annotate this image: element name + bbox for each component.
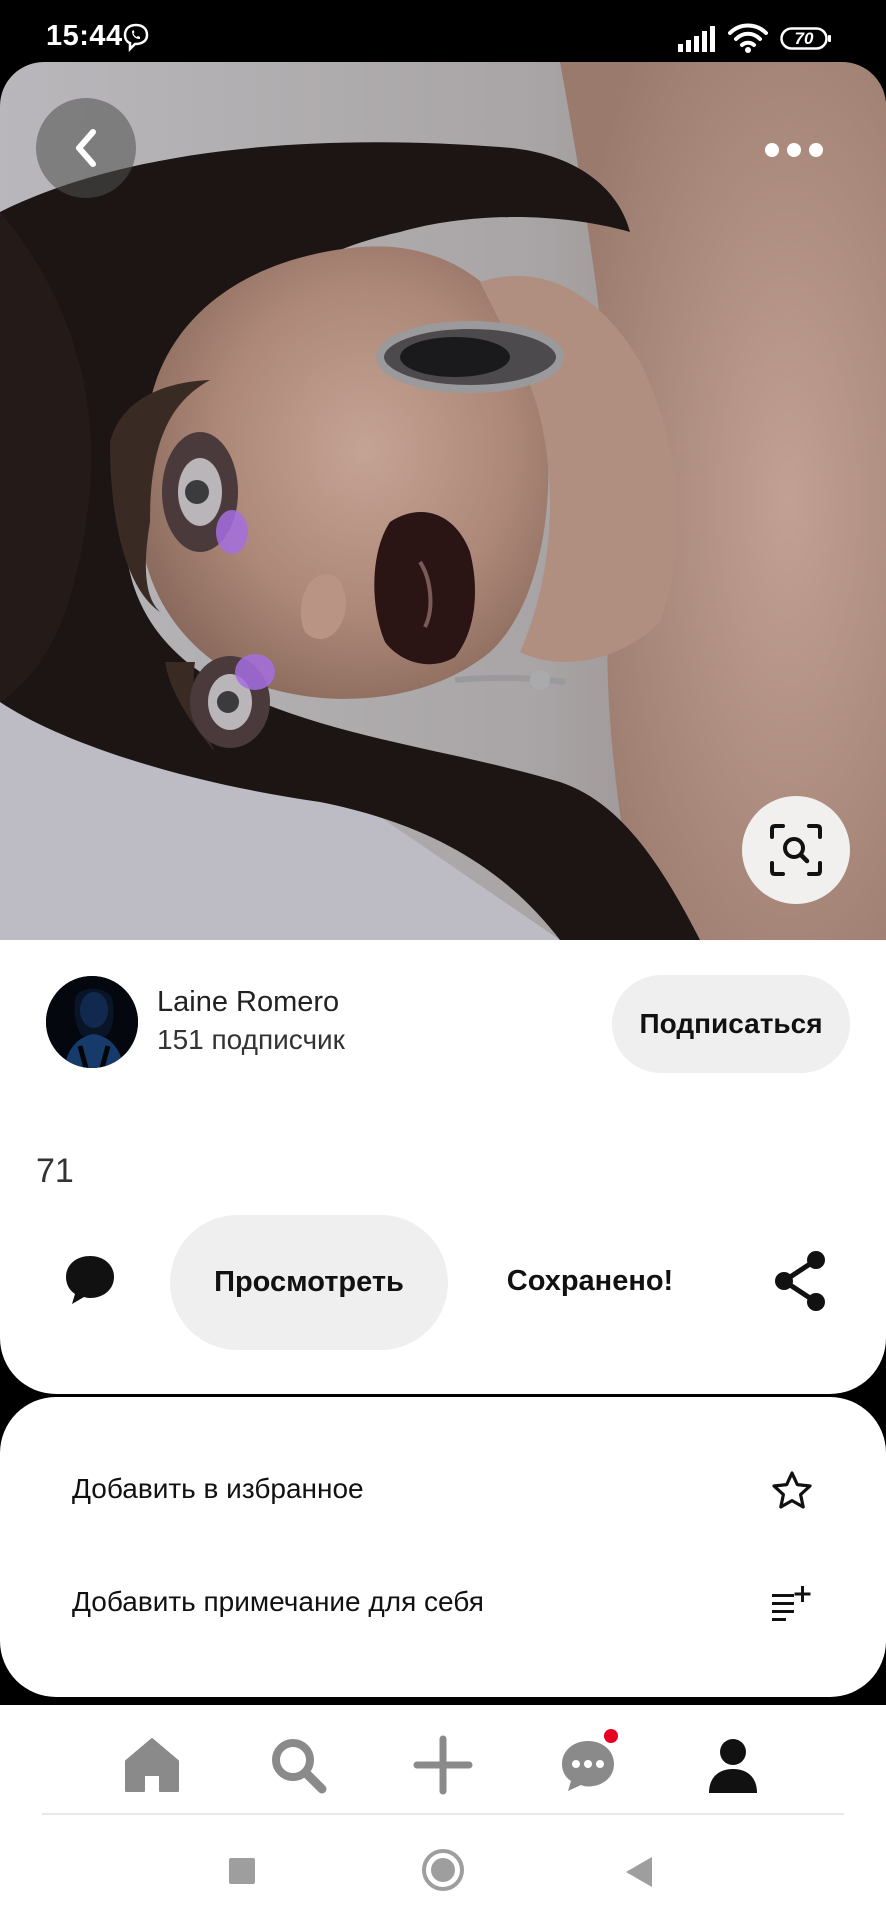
- profile-icon[interactable]: [703, 1735, 763, 1795]
- status-time: 15:44: [46, 20, 123, 52]
- notification-badge: [604, 1729, 618, 1743]
- author-followers: 151 подписчик: [157, 1024, 345, 1055]
- signal-icon: [678, 26, 715, 52]
- create-icon[interactable]: [413, 1735, 473, 1795]
- search-icon[interactable]: [268, 1735, 328, 1795]
- home-icon[interactable]: [122, 1735, 182, 1795]
- visual-search-button[interactable]: [742, 796, 850, 904]
- pin-details-card: Laine Romero 151 подписчик Подписаться 7…: [0, 940, 886, 1394]
- battery-level: 70: [794, 29, 814, 48]
- nav-divider: [42, 1813, 844, 1815]
- view-button[interactable]: Просмотреть: [170, 1215, 448, 1350]
- more-dots-icon: [765, 143, 779, 157]
- pin-image[interactable]: [0, 62, 886, 940]
- option-label: Добавить примечание для себя: [72, 1586, 484, 1617]
- back-triangle-icon[interactable]: [624, 1855, 654, 1889]
- back-arrow-icon: [76, 129, 96, 167]
- option-add-note[interactable]: Добавить примечание для себя: [0, 1552, 886, 1652]
- note-add-icon: [772, 1586, 811, 1621]
- messages-nav-item[interactable]: [558, 1729, 622, 1795]
- wifi-icon: [728, 23, 768, 53]
- reaction-count: 71: [36, 1152, 74, 1190]
- back-button[interactable]: [36, 98, 136, 198]
- pin-photo: [0, 62, 886, 940]
- option-add-favorite[interactable]: Добавить в избранное: [0, 1439, 886, 1539]
- visual-search-icon: [770, 824, 822, 876]
- bottom-nav: [0, 1705, 886, 1920]
- comment-icon[interactable]: [62, 1252, 118, 1308]
- subscribe-button[interactable]: Подписаться: [612, 975, 850, 1073]
- battery-icon: 70: [780, 27, 832, 50]
- avatar[interactable]: [46, 976, 138, 1068]
- viber-icon: [123, 23, 149, 52]
- messages-icon: [562, 1741, 614, 1791]
- option-label: Добавить в избранное: [72, 1473, 364, 1504]
- recents-icon[interactable]: [229, 1858, 255, 1884]
- options-sheet: Добавить в избранное Добавить примечание…: [0, 1397, 886, 1697]
- avatar-image: [46, 976, 138, 1068]
- saved-button[interactable]: Сохранено!: [480, 1265, 700, 1298]
- share-icon[interactable]: [772, 1250, 828, 1312]
- status-bar: 15:44 70: [0, 0, 886, 62]
- author-name[interactable]: Laine Romero: [157, 986, 339, 1019]
- star-icon: [772, 1471, 812, 1509]
- home-circle-icon[interactable]: [421, 1848, 465, 1892]
- more-options-button[interactable]: [752, 130, 836, 170]
